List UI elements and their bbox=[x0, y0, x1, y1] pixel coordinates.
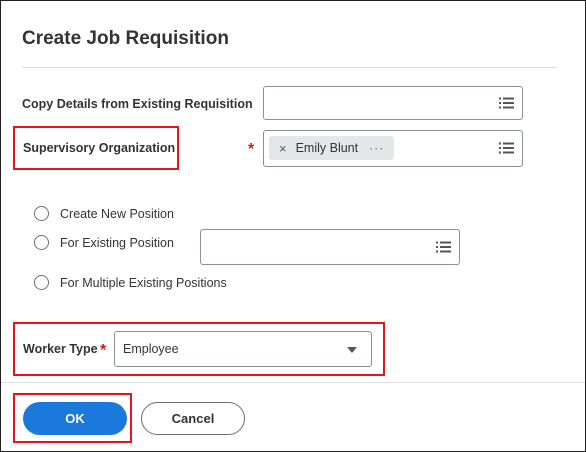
worker-type-value: Employee bbox=[123, 342, 179, 356]
supervisory-org-input[interactable]: × Emily Blunt ··· bbox=[263, 130, 523, 167]
radio-label: For Existing Position bbox=[60, 235, 174, 250]
radio-button[interactable] bbox=[34, 235, 49, 250]
radio-for-multiple-existing-positions[interactable]: For Multiple Existing Positions bbox=[34, 275, 227, 290]
footer-divider bbox=[1, 382, 585, 383]
chevron-down-icon[interactable] bbox=[347, 347, 357, 353]
radio-create-new-position[interactable]: Create New Position bbox=[34, 206, 174, 221]
copy-details-input[interactable] bbox=[263, 86, 523, 120]
worker-type-label: Worker Type bbox=[23, 342, 98, 356]
radio-label: For Multiple Existing Positions bbox=[60, 275, 227, 290]
copy-details-label: Copy Details from Existing Requisition bbox=[22, 97, 253, 111]
required-indicator: * bbox=[100, 342, 107, 359]
selected-org-name: Emily Blunt bbox=[295, 141, 359, 155]
radio-for-existing-position[interactable]: For Existing Position bbox=[34, 235, 174, 250]
supervisory-org-label: Supervisory Organization bbox=[23, 141, 176, 155]
list-icon[interactable] bbox=[499, 97, 514, 109]
dialog: Create Job Requisition Copy Details from… bbox=[0, 0, 586, 452]
list-icon[interactable] bbox=[436, 241, 451, 253]
close-icon[interactable]: × bbox=[279, 141, 287, 156]
ok-button[interactable]: OK bbox=[23, 402, 127, 435]
radio-button[interactable] bbox=[34, 206, 49, 221]
worker-type-select[interactable]: Employee bbox=[114, 331, 372, 367]
existing-position-input[interactable] bbox=[200, 229, 460, 265]
more-icon[interactable]: ··· bbox=[369, 141, 384, 155]
radio-label: Create New Position bbox=[60, 206, 174, 221]
radio-button[interactable] bbox=[34, 275, 49, 290]
selected-org-pill[interactable]: × Emily Blunt ··· bbox=[269, 136, 395, 160]
cancel-button[interactable]: Cancel bbox=[141, 402, 245, 435]
dialog-title: Create Job Requisition bbox=[22, 28, 229, 49]
required-indicator: * bbox=[248, 141, 255, 158]
title-divider bbox=[22, 67, 557, 68]
list-icon[interactable] bbox=[499, 142, 514, 154]
